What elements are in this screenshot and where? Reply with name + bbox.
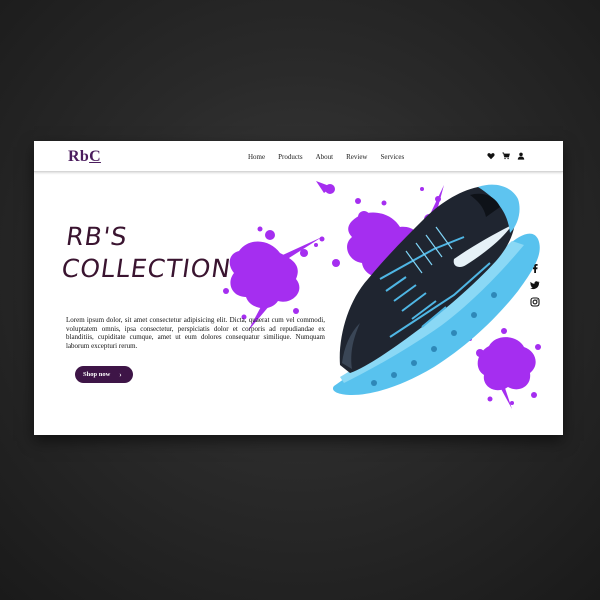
hero-description: Lorem ipsum dolor, sit amet consectetur …: [66, 316, 325, 350]
facebook-icon[interactable]: [530, 263, 540, 273]
landing-page-frame: RbC Home Products About Review Services: [34, 141, 563, 435]
instagram-icon[interactable]: [530, 297, 540, 307]
twitter-icon[interactable]: [530, 280, 540, 290]
sneaker-image: [332, 184, 540, 395]
social-links: [530, 263, 540, 307]
